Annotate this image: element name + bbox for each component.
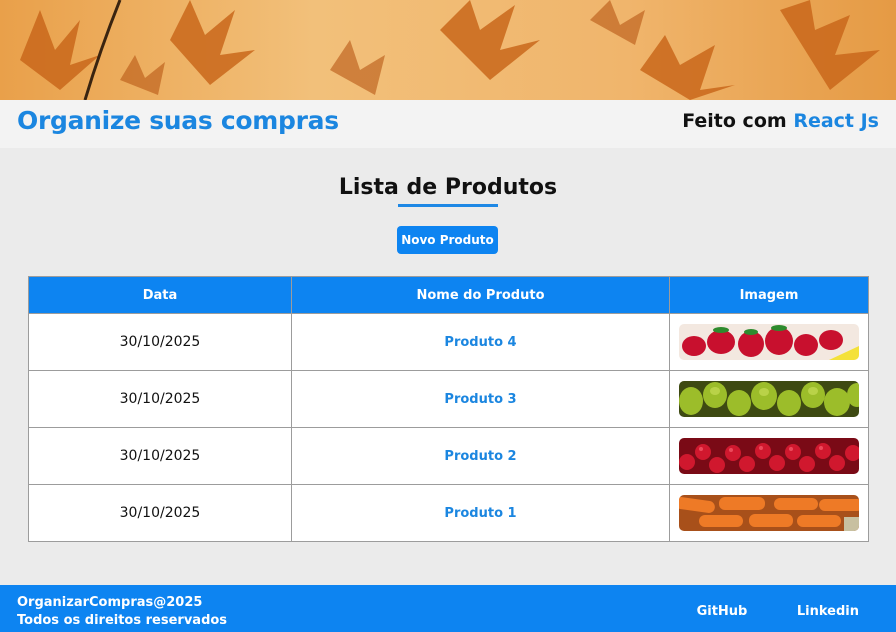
footer-links: GitHub Linkedin <box>652 604 859 619</box>
pears-image <box>679 381 859 417</box>
cherries-image <box>679 438 859 474</box>
footer-rights: Todos os direitos reservados <box>17 613 228 628</box>
github-link[interactable]: GitHub <box>697 604 748 619</box>
name-cell: Produto 1 <box>291 484 670 542</box>
products-table: Data Nome do Produto Imagem 30/10/2025 P… <box>28 276 869 542</box>
made-with-tech: React Js <box>793 110 879 132</box>
name-cell: Produto 2 <box>291 427 670 485</box>
new-product-button[interactable]: Novo Produto <box>397 226 498 254</box>
name-cell: Produto 4 <box>291 313 670 371</box>
date-cell: 30/10/2025 <box>28 313 292 371</box>
carrots-image <box>679 495 859 531</box>
product-link[interactable]: Produto 1 <box>444 506 516 521</box>
site-header: Organize suas compras Feito com React Js <box>0 100 896 148</box>
made-with-prefix: Feito com <box>682 110 787 132</box>
column-header-date: Data <box>28 276 292 314</box>
table-row: 30/10/2025 Produto 1 <box>28 484 869 542</box>
product-link[interactable]: Produto 4 <box>444 335 516 350</box>
column-header-image: Imagem <box>669 276 869 314</box>
table-row: 30/10/2025 Produto 3 <box>28 370 869 428</box>
strawberries-image <box>679 324 859 360</box>
table-header-row: Data Nome do Produto Imagem <box>28 276 869 314</box>
title-underline <box>398 204 498 207</box>
site-footer: OrganizarCompras@2025 Todos os direitos … <box>0 585 896 632</box>
site-title[interactable]: Organize suas compras <box>17 106 339 135</box>
image-cell <box>669 484 869 542</box>
date-cell: 30/10/2025 <box>28 484 292 542</box>
table-row: 30/10/2025 Produto 2 <box>28 427 869 485</box>
date-cell: 30/10/2025 <box>28 370 292 428</box>
footer-copyright-block: OrganizarCompras@2025 Todos os direitos … <box>17 594 227 630</box>
image-cell <box>669 370 869 428</box>
hero-banner-image <box>0 0 896 100</box>
table-row: 30/10/2025 Produto 4 <box>28 313 869 371</box>
date-cell: 30/10/2025 <box>28 427 292 485</box>
image-cell <box>669 313 869 371</box>
column-header-name: Nome do Produto <box>291 276 670 314</box>
made-with-label: Feito com React Js <box>682 110 879 132</box>
product-link[interactable]: Produto 2 <box>444 449 516 464</box>
linkedin-link[interactable]: Linkedin <box>797 604 859 619</box>
page-title: Lista de Produtos <box>338 175 558 200</box>
footer-copyright: OrganizarCompras@2025 <box>17 595 203 610</box>
product-link[interactable]: Produto 3 <box>444 392 516 407</box>
name-cell: Produto 3 <box>291 370 670 428</box>
image-cell <box>669 427 869 485</box>
